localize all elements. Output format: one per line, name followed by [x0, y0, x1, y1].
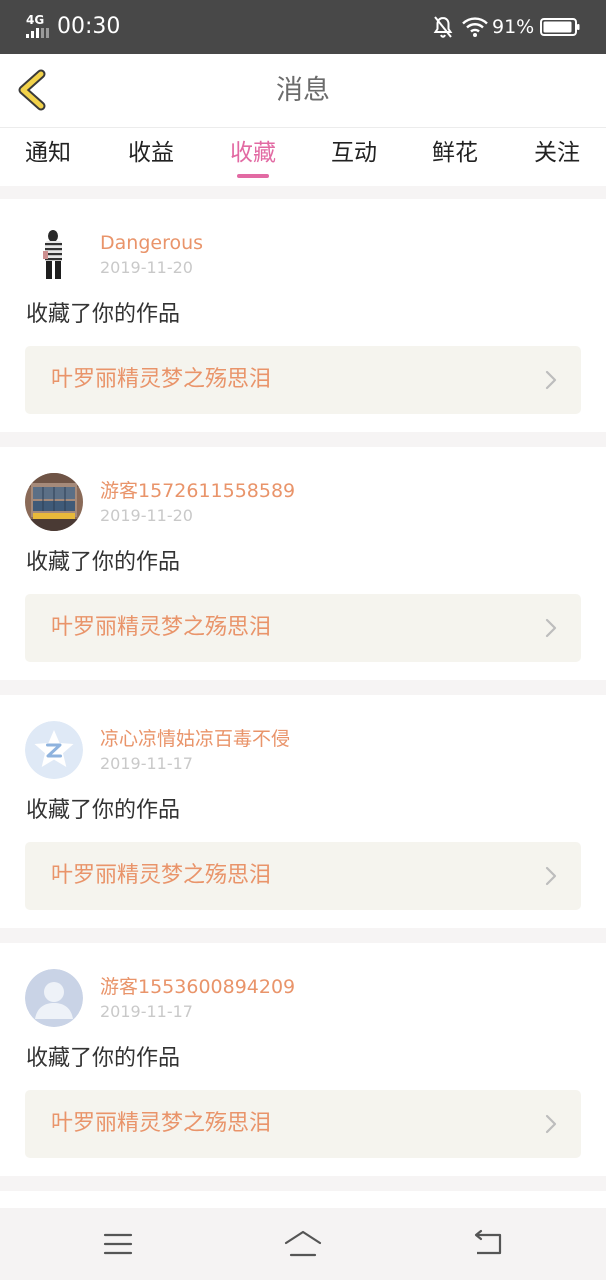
network-type: 4G [26, 13, 45, 27]
tab-interactions[interactable]: 互动 [314, 138, 394, 168]
work-title: 叶罗丽精灵梦之殇思泪 [51, 367, 272, 392]
photo-building-avatar [25, 473, 83, 531]
signal-icon: 4G [26, 14, 52, 38]
tab-following[interactable]: 关注 [517, 138, 597, 168]
avatar[interactable] [25, 473, 83, 531]
chevron-right-icon [545, 1114, 557, 1134]
list-item [0, 1191, 606, 1208]
list-item: 凉心凉情姑凉百毒不侵 2019-11-17 收藏了你的作品 叶罗丽精灵梦之殇思泪 [0, 695, 606, 928]
bell-muted-icon [433, 16, 453, 38]
menu-button[interactable] [98, 1228, 138, 1260]
home-icon [284, 1230, 322, 1257]
message-date: 2019-11-17 [100, 1002, 193, 1021]
page-title: 消息 [276, 75, 330, 106]
header: 消息 [0, 54, 606, 128]
user-name[interactable]: Dangerous [100, 231, 203, 255]
system-navigation-bar [0, 1208, 606, 1280]
chevron-right-icon [545, 618, 557, 638]
tab-notifications[interactable]: 通知 [8, 138, 88, 168]
work-link[interactable]: 叶罗丽精灵梦之殇思泪 [25, 1090, 581, 1158]
list-item: 游客1572611558589 2019-11-20 收藏了你的作品 叶罗丽精灵… [0, 447, 606, 680]
user-name[interactable]: 凉心凉情姑凉百毒不侵 [100, 727, 290, 751]
work-title: 叶罗丽精灵梦之殇思泪 [51, 863, 272, 888]
work-link[interactable]: 叶罗丽精灵梦之殇思泪 [25, 594, 581, 662]
work-title: 叶罗丽精灵梦之殇思泪 [51, 615, 272, 640]
back-icon [474, 1229, 502, 1255]
chevron-right-icon [545, 370, 557, 390]
back-nav-button[interactable] [468, 1228, 508, 1260]
status-time: 00:30 [57, 14, 121, 39]
list-item: 游客1553600894209 2019-11-17 收藏了你的作品 叶罗丽精灵… [0, 943, 606, 1176]
tab-flowers[interactable]: 鲜花 [415, 138, 495, 168]
message-date: 2019-11-17 [100, 754, 193, 773]
home-button[interactable] [283, 1228, 323, 1260]
list-item: Dangerous 2019-11-20 收藏了你的作品 叶罗丽精灵梦之殇思泪 [0, 199, 606, 432]
message-text: 收藏了你的作品 [26, 302, 181, 327]
avatar[interactable] [25, 969, 83, 1027]
message-text: 收藏了你的作品 [26, 550, 181, 575]
tab-favorites[interactable]: 收藏 [213, 138, 293, 168]
user-name[interactable]: 游客1553600894209 [100, 975, 295, 999]
user-name[interactable]: 游客1572611558589 [100, 479, 295, 503]
avatar[interactable] [25, 225, 83, 283]
work-link[interactable]: 叶罗丽精灵梦之殇思泪 [25, 842, 581, 910]
menu-icon [103, 1233, 133, 1255]
message-date: 2019-11-20 [100, 258, 193, 277]
photo-person-avatar [25, 225, 83, 283]
active-tab-indicator [237, 174, 269, 178]
chevron-right-icon [545, 866, 557, 886]
status-bar: 4G 00:30 91% [0, 0, 606, 54]
avatar[interactable] [25, 721, 83, 779]
default-user-avatar [25, 969, 83, 1027]
message-text: 收藏了你的作品 [26, 1046, 181, 1071]
message-text: 收藏了你的作品 [26, 798, 181, 823]
tab-bar: 通知 收益 收藏 互动 鲜花 关注 [0, 128, 606, 186]
wifi-icon [462, 17, 488, 37]
qq-star-avatar [25, 721, 83, 779]
battery-percent: 91% [492, 16, 535, 38]
battery-icon [540, 18, 580, 36]
tab-earnings[interactable]: 收益 [111, 138, 191, 168]
message-date: 2019-11-20 [100, 506, 193, 525]
work-title: 叶罗丽精灵梦之殇思泪 [51, 1111, 272, 1136]
work-link[interactable]: 叶罗丽精灵梦之殇思泪 [25, 346, 581, 414]
